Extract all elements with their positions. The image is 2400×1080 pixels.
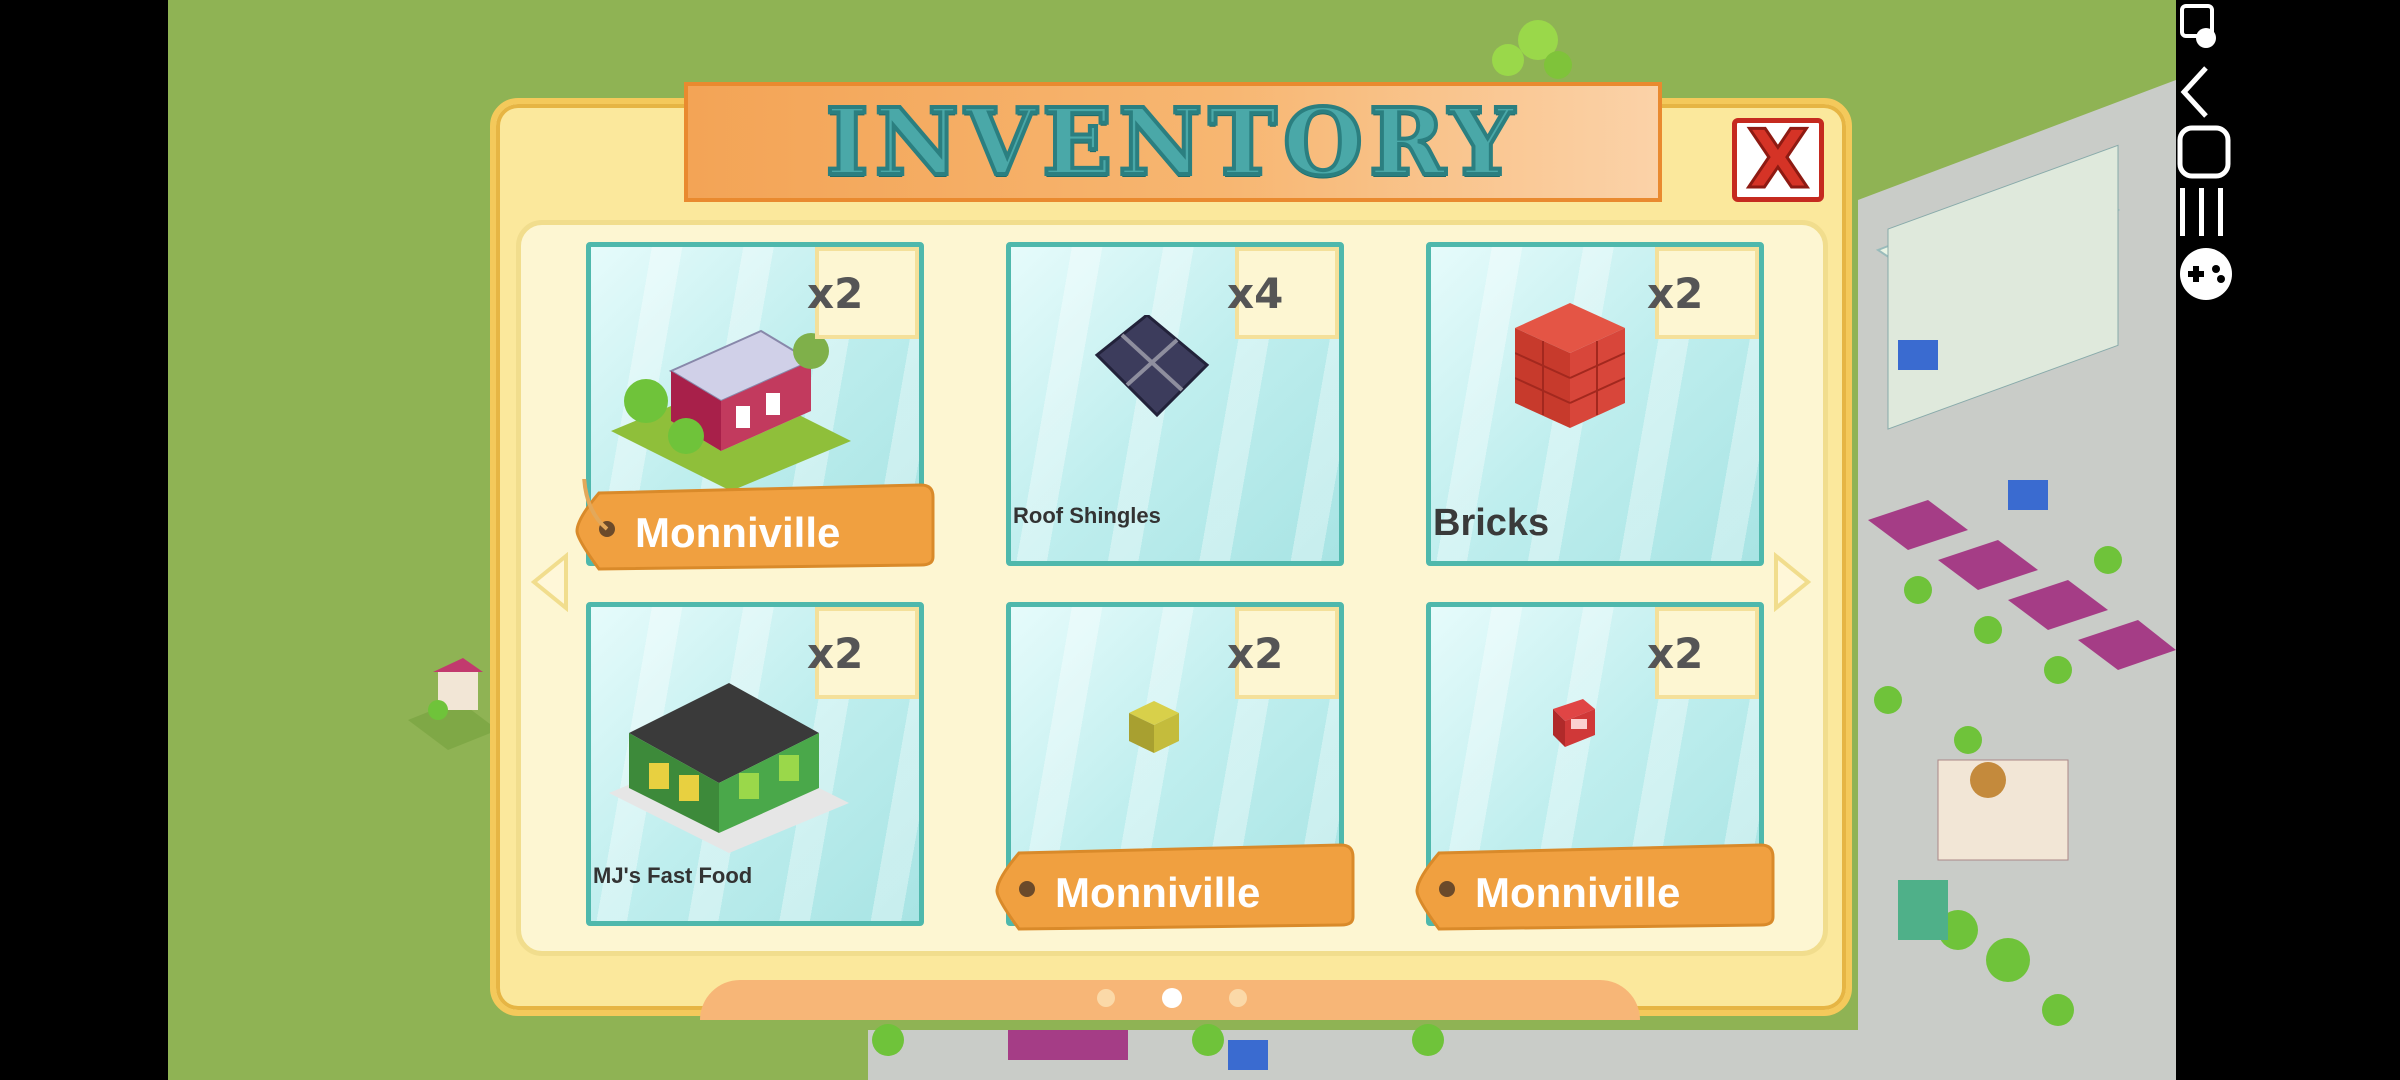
- fast-food-building-icon: [609, 683, 849, 853]
- item-label: Monniville: [1055, 869, 1261, 916]
- item-label: MJ's Fast Food: [593, 863, 753, 888]
- item-count-badge: x2: [1647, 247, 1759, 339]
- next-page-arrow-icon[interactable]: [1770, 552, 1814, 612]
- item-count-badge: x2: [807, 247, 919, 339]
- inventory-item-card[interactable]: x2 Monniville: [575, 242, 935, 571]
- item-count-badge: x2: [1227, 607, 1339, 699]
- title-banner: INVENTORY: [684, 82, 1662, 202]
- small-house-left: [408, 658, 498, 750]
- item-count-badge: x2: [807, 607, 919, 699]
- prev-page-arrow-icon[interactable]: [528, 552, 572, 612]
- item-label: Monniville: [635, 509, 841, 556]
- inventory-item-card[interactable]: x2 Bricks: [1426, 242, 1764, 566]
- page-dot[interactable]: [1229, 989, 1247, 1007]
- page-title: INVENTORY: [824, 86, 1521, 198]
- bottom-city: [868, 1024, 1868, 1080]
- home-icon[interactable]: [2176, 124, 2400, 184]
- yellow-crate-icon: [1129, 701, 1179, 753]
- roof-shingles-icon: [1094, 315, 1210, 418]
- city-background: [1858, 0, 2176, 1080]
- close-button[interactable]: X: [1732, 118, 1824, 202]
- red-box-icon: [1553, 699, 1595, 747]
- navigation-bar: [2176, 0, 2400, 1080]
- pagination-dots: [1097, 988, 1247, 1008]
- close-icon: X: [1746, 113, 1811, 206]
- item-label: Roof Shingles: [1013, 503, 1161, 528]
- left-black-bar: [0, 0, 168, 1080]
- recents-icon[interactable]: [2176, 184, 2400, 244]
- screenshot-touch-icon[interactable]: [2176, 0, 2400, 64]
- bricks-icon: [1515, 303, 1625, 428]
- game-controller-icon[interactable]: [2176, 244, 2400, 308]
- item-label: Bricks: [1433, 502, 1550, 544]
- inventory-item-card[interactable]: x4 Roof Shingles: [1006, 242, 1344, 566]
- item-count-badge: x4: [1227, 247, 1339, 339]
- back-icon[interactable]: [2176, 64, 2400, 124]
- inventory-item-card[interactable]: x2 Monniville: [995, 602, 1355, 931]
- inventory-item-card[interactable]: x2 Monniville: [1415, 602, 1775, 931]
- inventory-item-card[interactable]: x2 MJ's Fast Food: [586, 602, 924, 926]
- item-label: Monniville: [1475, 869, 1681, 916]
- page-dot-active[interactable]: [1162, 988, 1182, 1008]
- item-count-badge: x2: [1647, 607, 1759, 699]
- page-dot[interactable]: [1097, 989, 1115, 1007]
- top-trees: [1492, 20, 1572, 79]
